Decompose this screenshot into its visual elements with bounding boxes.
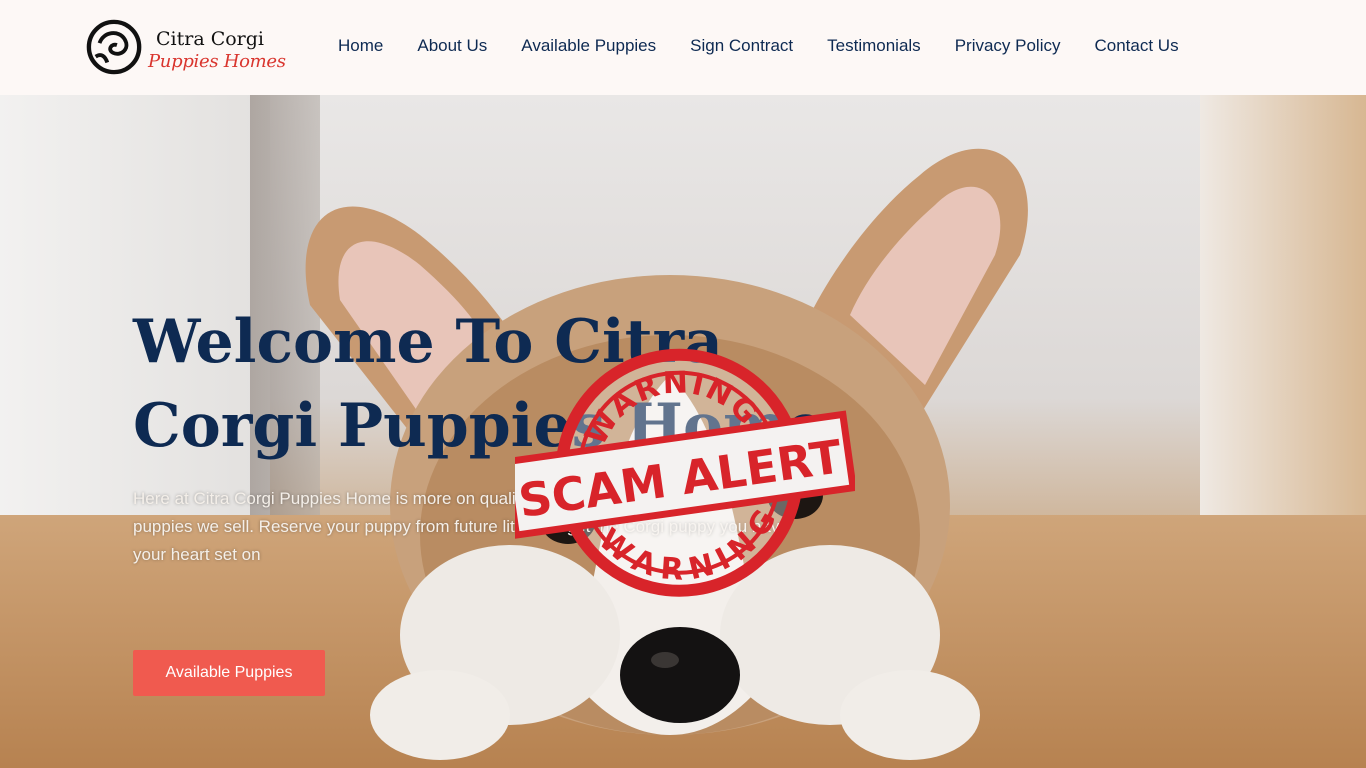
site-logo[interactable]: Citra Corgi Puppies Homes [86, 18, 286, 78]
scam-alert-stamp: WARNING WARNING SCAM ALERT [515, 348, 855, 601]
site-header: Citra Corgi Puppies Homes Home About Us … [0, 0, 1366, 95]
nav-testimonials[interactable]: Testimonials [827, 36, 921, 56]
logo-text-secondary: Puppies Homes [148, 51, 286, 72]
dog-logo-icon [86, 19, 142, 75]
nav-home[interactable]: Home [338, 36, 383, 56]
available-puppies-button[interactable]: Available Puppies [133, 650, 325, 696]
main-nav: Home About Us Available Puppies Sign Con… [338, 36, 1179, 56]
nav-about-us[interactable]: About Us [417, 36, 487, 56]
logo-text-primary: Citra Corgi [156, 28, 264, 50]
nav-contact-us[interactable]: Contact Us [1095, 36, 1179, 56]
nav-privacy-policy[interactable]: Privacy Policy [955, 36, 1061, 56]
nav-sign-contract[interactable]: Sign Contract [690, 36, 793, 56]
nav-available-puppies[interactable]: Available Puppies [521, 36, 656, 56]
hero-section: Welcome To Citra Corgi Puppies Home Here… [0, 95, 1366, 768]
